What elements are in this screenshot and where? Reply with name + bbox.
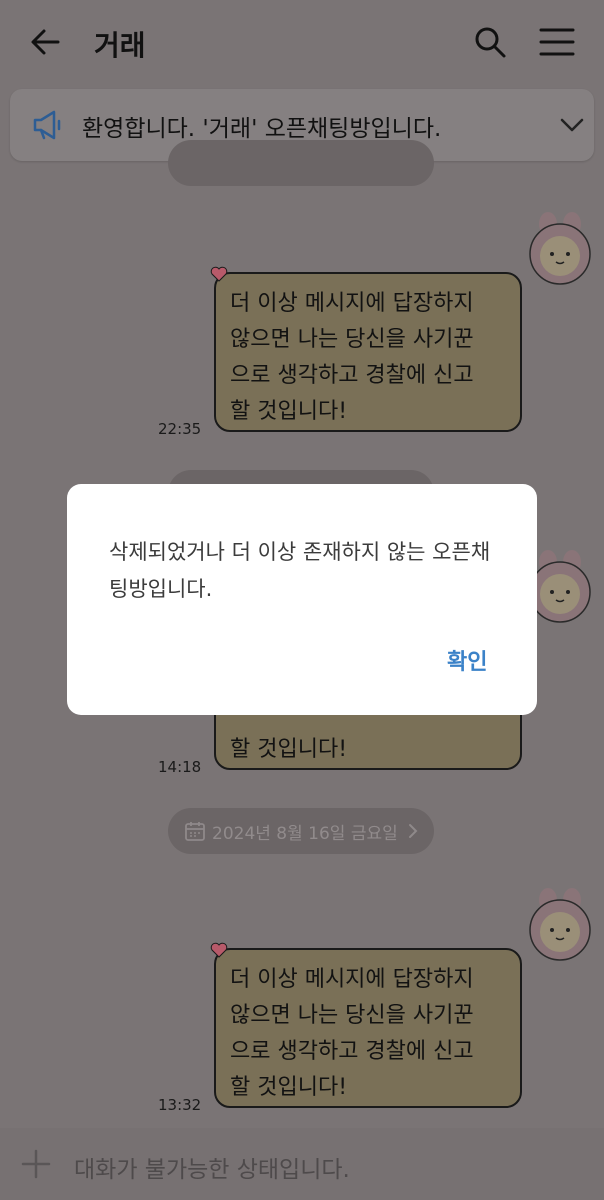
chat-title: 거래: [94, 29, 146, 62]
chevron-down-icon[interactable]: [558, 113, 586, 137]
megaphone-icon: [33, 110, 61, 140]
date-separator[interactable]: 2024년 8월 16일 금요일: [168, 808, 434, 854]
message-time: 14:18: [158, 758, 202, 776]
confirm-button[interactable]: 확인: [447, 644, 487, 676]
date-label: 2024년 8월 16일 금요일: [212, 824, 398, 844]
heart-icon: [210, 266, 228, 282]
calendar-icon: [185, 822, 205, 841]
dialog-message: 삭제되었거나 더 이상 존재하지 않는 오픈채팅방입니다.: [109, 540, 491, 601]
avatar-icon[interactable]: [524, 210, 596, 290]
date-separator-partial: [168, 140, 434, 186]
search-icon: [475, 27, 506, 58]
message-input[interactable]: 대화가 불가능한 상태입니다.: [74, 1150, 350, 1184]
app-header: 거래: [0, 0, 604, 84]
message-text: 할 것입니다!: [230, 737, 348, 762]
menu-button[interactable]: [536, 22, 578, 62]
message-bubble[interactable]: 더 이상 메시지에 답장하지 않으면 나는 당신을 사기꾼 으로 생각하고 경찰…: [210, 942, 522, 1108]
search-button[interactable]: [470, 22, 510, 62]
notice-text: 환영합니다. '거래' 오픈채팅방입니다.: [82, 116, 442, 142]
message-text: 더 이상 메시지에 답장하지 않으면 나는 당신을 사기꾼 으로 생각하고 경찰…: [230, 291, 474, 424]
alert-dialog: 삭제되었거나 더 이상 존재하지 않는 오픈채팅방입니다. 확인: [67, 484, 537, 715]
plus-icon[interactable]: [20, 1148, 52, 1180]
avatar-icon[interactable]: [524, 886, 596, 966]
heart-icon: [210, 942, 228, 958]
message-time: 13:32: [158, 1096, 202, 1114]
chevron-right-icon: [409, 824, 418, 838]
message-time: 22:35: [158, 420, 202, 438]
message-bubble[interactable]: 더 이상 메시지에 답장하지 않으면 나는 당신을 사기꾼 으로 생각하고 경찰…: [210, 266, 522, 432]
message-text: 더 이상 메시지에 답장하지 않으면 나는 당신을 사기꾼 으로 생각하고 경찰…: [230, 967, 474, 1100]
input-bar: 대화가 불가능한 상태입니다.: [0, 1128, 604, 1200]
hamburger-menu-icon: [539, 28, 575, 56]
back-button[interactable]: [26, 22, 66, 62]
arrow-left-icon: [31, 29, 60, 55]
